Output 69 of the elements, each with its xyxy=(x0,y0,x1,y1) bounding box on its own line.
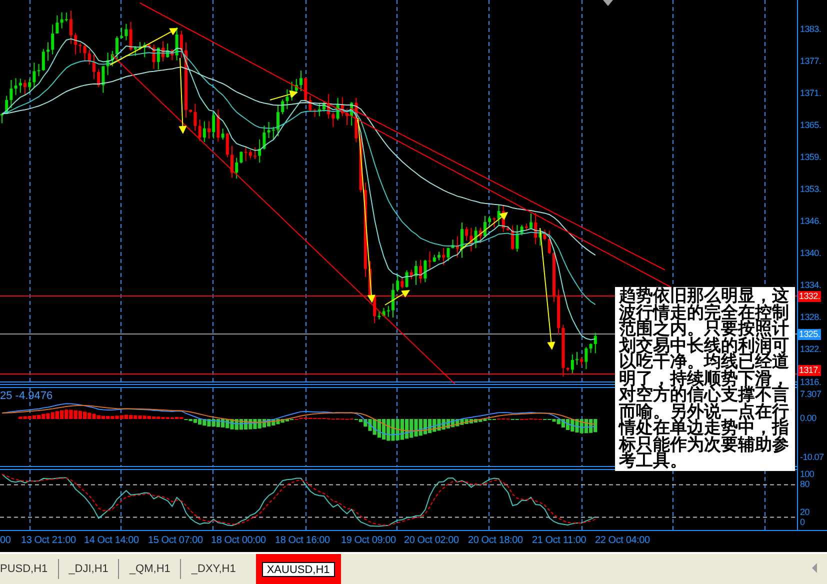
price-label: 1322. xyxy=(800,344,822,355)
candlestick xyxy=(0,113,4,124)
candlestick xyxy=(392,283,394,318)
price-label: 1365. xyxy=(800,120,822,131)
arrow-annotation xyxy=(270,90,298,100)
price-marker: 1332. xyxy=(798,291,822,302)
candlestick xyxy=(92,54,96,80)
axis-label: 20 xyxy=(800,507,810,518)
price-label: 1346. xyxy=(800,216,822,227)
axis-label: -10.07 xyxy=(800,452,824,463)
indicator-value: 25 -4.9476 xyxy=(0,390,53,402)
note-text: 趋势依旧那么明显，这波行情走的完全在控制范围之内。只要按照计划交易中长线的利润可以吃干净。均线已经道明了，持续顺势下滑，对空方的信心支撑不言而喻。另外说一点在行情处在单边走势中，指标只能作为次要辅助参考工具。 xyxy=(615,287,795,471)
price-label: 1377. xyxy=(800,56,822,67)
candlestick xyxy=(438,251,440,261)
candlestick xyxy=(24,79,26,95)
price-label: 1316. xyxy=(800,377,822,388)
price-label: 1340. xyxy=(800,248,822,259)
candlestick xyxy=(300,70,302,92)
chart-tab[interactable]: PUSD,H1 xyxy=(0,559,58,579)
candlestick xyxy=(276,104,280,137)
axis-label: 0.00 xyxy=(800,413,816,424)
time-label: 18 Oct 16:00 xyxy=(275,535,330,547)
time-label: 20 Oct 02:00 xyxy=(404,535,459,547)
time-label: 00 xyxy=(0,535,11,547)
candlestick xyxy=(576,351,578,366)
price-label: 1353. xyxy=(800,184,822,195)
candlestick xyxy=(460,222,464,258)
chart-tab[interactable]: _QM,H1 xyxy=(118,559,180,579)
time-label: 14 Oct 14:00 xyxy=(84,535,139,547)
price-marker: 1325. xyxy=(798,329,822,340)
price-label: 1359. xyxy=(800,152,822,163)
time-label: 18 Oct 00:00 xyxy=(211,535,266,547)
price-label: 1371. xyxy=(800,88,822,99)
candlestick xyxy=(552,252,556,302)
axis-label: 7.307 xyxy=(800,389,822,400)
time-label: 20 Oct 18:00 xyxy=(468,535,523,547)
price-label: 1334. xyxy=(800,280,822,291)
time-label: 19 Oct 09:00 xyxy=(341,535,396,547)
candlestick xyxy=(346,108,348,126)
candlestick xyxy=(254,146,256,160)
candlestick xyxy=(530,213,532,230)
chart-tab[interactable]: XAUUSD,H1 xyxy=(262,562,335,576)
candlestick xyxy=(484,215,486,238)
candlestick xyxy=(70,10,72,44)
candlestick xyxy=(138,42,142,50)
candlestick xyxy=(46,42,50,62)
price-marker: 1317. xyxy=(798,365,822,376)
candlestick xyxy=(162,40,164,62)
arrow-annotation xyxy=(384,290,410,306)
candlestick xyxy=(506,225,510,232)
axis-label: 80 xyxy=(800,479,810,490)
chart-tab[interactable]: _DXY,H1 xyxy=(180,559,246,579)
axis-label: 0 xyxy=(800,517,805,528)
time-label: 15 Oct 07:00 xyxy=(148,535,203,547)
shift-marker-icon[interactable] xyxy=(603,0,613,6)
price-label: 1328. xyxy=(800,312,822,323)
time-label: 13 Oct 21:00 xyxy=(21,535,76,547)
candlestick xyxy=(230,145,234,178)
axis-label: 100 xyxy=(800,469,814,480)
time-label: 22 Oct 04:00 xyxy=(595,535,650,547)
time-label: 21 Oct 11:00 xyxy=(532,535,586,547)
candlestick xyxy=(368,260,372,297)
candlestick xyxy=(116,36,118,62)
candlestick xyxy=(414,260,418,286)
price-label: 1383. xyxy=(800,24,822,35)
candlestick xyxy=(322,101,326,112)
arrow-annotation xyxy=(460,212,508,250)
chart-tab[interactable]: _DJI,H1 xyxy=(58,559,118,579)
candlestick xyxy=(208,120,210,140)
